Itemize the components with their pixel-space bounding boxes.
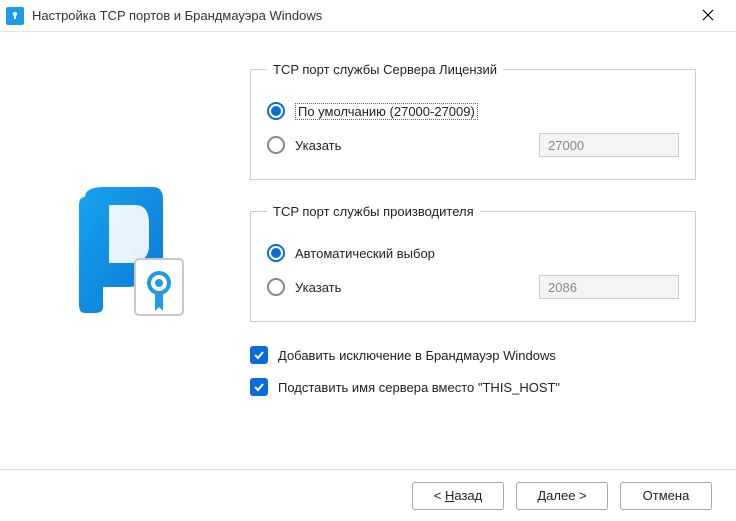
license-port-legend: TCP порт службы Сервера Лицензий <box>267 62 503 77</box>
license-port-specify-radio[interactable] <box>267 136 285 154</box>
vendor-port-auto-radio[interactable] <box>267 244 285 262</box>
license-port-input[interactable] <box>539 133 679 157</box>
vendor-port-group: TCP порт службы производителя Автоматиче… <box>250 204 696 322</box>
license-port-specify-label[interactable]: Указать <box>295 138 341 153</box>
wizard-logo <box>75 187 185 327</box>
left-pane <box>40 62 220 452</box>
app-icon <box>6 7 24 25</box>
license-port-group: TCP порт службы Сервера Лицензий По умол… <box>250 62 696 180</box>
window-title: Настройка TCP портов и Брандмауэра Windo… <box>32 8 686 23</box>
titlebar: Настройка TCP портов и Брандмауэра Windo… <box>0 0 736 32</box>
vendor-port-legend: TCP порт службы производителя <box>267 204 480 219</box>
license-port-default-radio[interactable] <box>267 102 285 120</box>
back-button[interactable]: < Назад <box>412 482 504 510</box>
vendor-port-specify-label[interactable]: Указать <box>295 280 341 295</box>
firewall-exception-checkbox[interactable] <box>250 346 268 364</box>
cancel-button[interactable]: Отмена <box>620 482 712 510</box>
vendor-port-input[interactable] <box>539 275 679 299</box>
license-port-default-label[interactable]: По умолчанию (27000-27009) <box>295 103 478 120</box>
footer: < Назад Далее > Отмена <box>0 469 736 521</box>
vendor-port-specify-radio[interactable] <box>267 278 285 296</box>
next-button[interactable]: Далее > <box>516 482 608 510</box>
vendor-port-auto-label[interactable]: Автоматический выбор <box>295 246 435 261</box>
replace-host-checkbox[interactable] <box>250 378 268 396</box>
replace-host-label[interactable]: Подставить имя сервера вместо "THIS_HOST… <box>278 380 560 395</box>
firewall-exception-label[interactable]: Добавить исключение в Брандмауэр Windows <box>278 348 556 363</box>
close-button[interactable] <box>686 0 730 31</box>
